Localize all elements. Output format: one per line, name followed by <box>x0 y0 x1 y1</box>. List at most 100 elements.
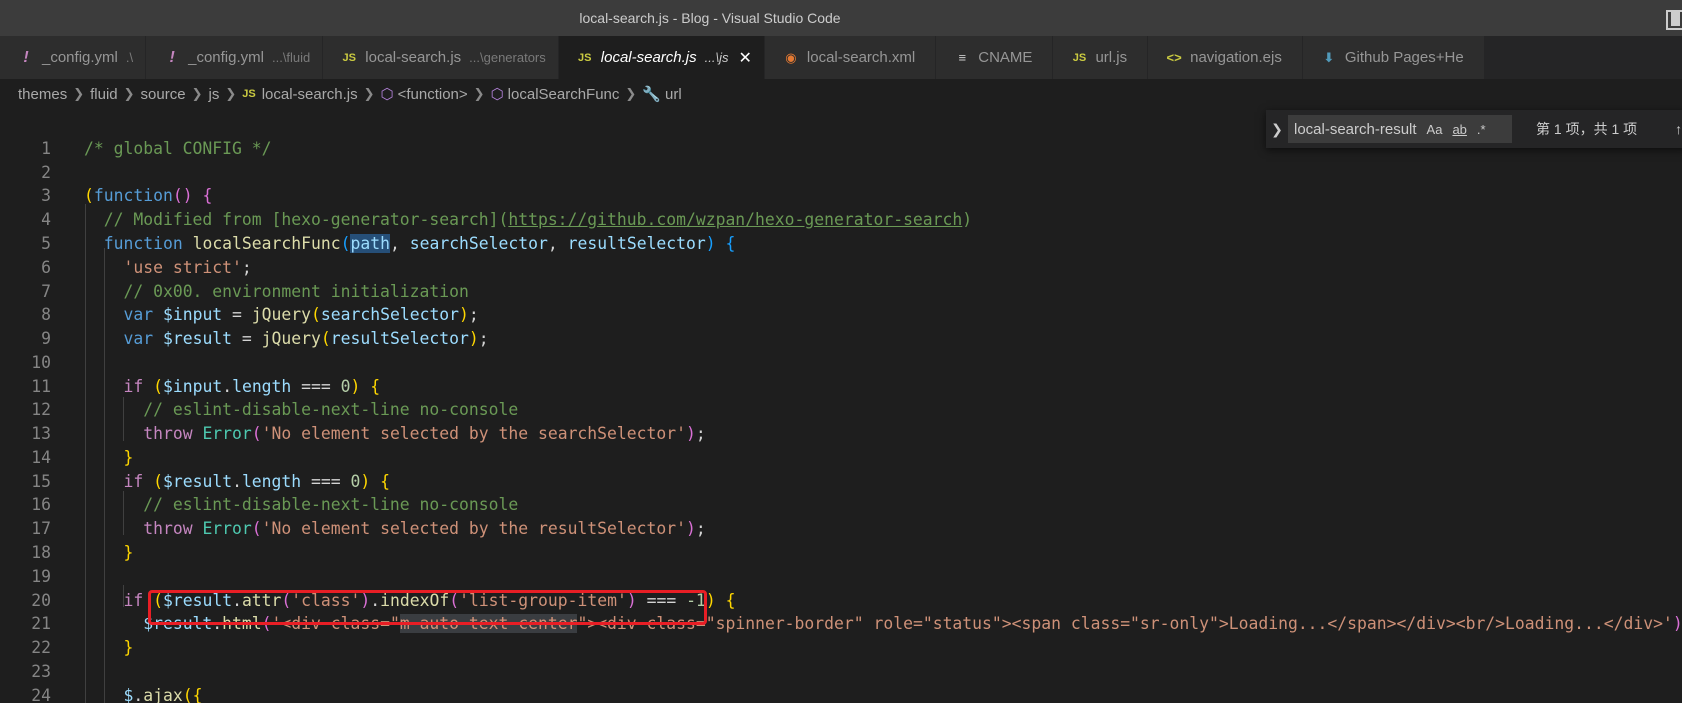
find-result-count: 第 1 项，共 1 项 <box>1536 121 1638 137</box>
code-variable: searchSelector <box>320 305 460 324</box>
breadcrumb-themes[interactable]: themes <box>18 86 67 103</box>
js-file-icon: JS <box>578 51 592 64</box>
tab-navigation-ejs[interactable]: <> navigation.ejs <box>1148 36 1303 79</box>
code-keyword: function <box>103 234 183 253</box>
line-number: 23 <box>31 662 51 681</box>
code-variable: resultSelector <box>330 329 469 348</box>
line-number: 7 <box>41 282 51 301</box>
rss-file-icon: ◉ <box>785 49 797 65</box>
tab-url-js[interactable]: JS url.js <box>1053 36 1149 79</box>
line-number: 3 <box>41 186 51 205</box>
code-param: searchSelector <box>409 234 548 253</box>
code-variable: $input <box>162 305 223 324</box>
regex-button[interactable]: .* <box>1477 122 1486 137</box>
js-file-icon: JS <box>1072 51 1087 64</box>
yml-file-icon: ! <box>169 48 175 66</box>
line-number: 8 <box>41 305 51 324</box>
tab-label: _config.yml <box>188 49 264 66</box>
yml-file-icon: ! <box>23 48 29 66</box>
code-keyword: var <box>123 329 154 348</box>
tab-description: ...\fluid <box>271 50 311 65</box>
code-keyword: if <box>123 377 144 396</box>
tab-description: .\ <box>125 50 134 65</box>
code-link[interactable]: https://github.com/wzpan/hexo-generator-… <box>508 210 962 229</box>
tab-label: local-search.xml <box>806 49 916 66</box>
tab-label: local-search.js <box>365 49 462 66</box>
line-number: 11 <box>31 377 51 396</box>
code-comment: // eslint-disable-next-line no-console <box>143 400 519 419</box>
line-number: 4 <box>41 210 51 229</box>
chevron-right-icon: ❯ <box>625 86 637 101</box>
breadcrumb-source[interactable]: source <box>141 86 186 103</box>
find-query: local-search-result <box>1294 120 1417 138</box>
line-number: 20 <box>31 591 51 610</box>
code-param: resultSelector <box>567 234 706 253</box>
restore-window-icon[interactable] <box>1662 8 1682 30</box>
close-icon[interactable]: ✕ <box>738 48 751 68</box>
function-cube-icon: ⬡ <box>380 86 394 103</box>
tab-local-search-js[interactable]: JS local-search.js ...\generators <box>323 36 559 79</box>
tab-cname[interactable]: ≡ CNAME <box>936 36 1054 79</box>
breadcrumb-fluid[interactable]: fluid <box>90 86 118 103</box>
code-keyword: if <box>123 591 144 610</box>
code-comment: // Modified from [hexo-generator-search]… <box>103 210 509 229</box>
line-number: 10 <box>31 353 51 372</box>
code-string: 'No element selected by the searchSelect… <box>261 424 686 443</box>
code-string: "><div class="spinner-border" role="stat… <box>577 614 1673 633</box>
tab--config-yml[interactable]: ! _config.yml .\ <box>0 36 147 79</box>
tab-local-search-xml[interactable]: ◉ local-search.xml <box>764 36 937 79</box>
line-number: 15 <box>31 472 51 491</box>
wrench-icon: 🔧 <box>642 86 661 103</box>
breadcrumb-localsearchfunc[interactable]: localSearchFunc <box>508 86 620 103</box>
chevron-right-icon: ❯ <box>191 86 203 101</box>
code-function: ajax <box>143 686 183 703</box>
line-number: 18 <box>31 543 51 562</box>
code-param: path <box>350 234 390 253</box>
tab--config-yml[interactable]: ! _config.yml ...\fluid <box>146 36 324 79</box>
code-comment: /* global CONFIG */ <box>84 139 272 158</box>
editor-tabs: ! _config.yml .\! _config.yml ...\fluid JS loc… <box>0 36 1682 79</box>
tab-label: CNAME <box>978 49 1033 66</box>
line-number: 14 <box>31 448 51 467</box>
gh-file-icon: ⬇ <box>1323 49 1335 65</box>
breadcrumb-function[interactable]: <function> <box>398 86 468 103</box>
tab-label: navigation.ejs <box>1190 49 1282 66</box>
code-variable: $result <box>162 472 233 491</box>
code-string: 'use strict' <box>123 258 242 277</box>
code-variable: $result <box>162 329 233 348</box>
title-bar: local-search.js - Blog - Visual Studio C… <box>0 0 1682 36</box>
function-cube-icon: ⬡ <box>490 86 504 103</box>
line-number: 22 <box>31 638 51 657</box>
code-comment: // eslint-disable-next-line no-console <box>143 495 519 514</box>
match-case-button[interactable]: Aa <box>1427 122 1443 137</box>
whole-word-button[interactable]: ab <box>1452 122 1466 137</box>
tab-label: local-search.js <box>600 49 697 66</box>
toggle-replace-chevron-icon[interactable]: ❯ <box>1266 121 1288 138</box>
tab-description: ...\generators <box>469 50 546 65</box>
js-file-icon: JS <box>342 51 357 64</box>
line-number: 16 <box>31 495 51 514</box>
breadcrumb-file[interactable]: local-search.js <box>262 86 358 103</box>
chevron-right-icon: ❯ <box>225 86 237 101</box>
line-number: 12 <box>31 400 51 419</box>
tab-local-search-js[interactable]: JS local-search.js ...\js ✕ <box>558 36 765 79</box>
breadcrumb-js[interactable]: js <box>208 86 219 103</box>
code-keyword: throw <box>143 519 193 538</box>
code-variable: $input <box>162 377 223 396</box>
chevron-right-icon: ❯ <box>73 86 85 101</box>
code-function: jQuery <box>261 329 321 348</box>
line-number: 9 <box>41 329 51 348</box>
tab-label: url.js <box>1095 49 1128 66</box>
code-number: 0 <box>340 377 351 396</box>
tab-github-pages-he[interactable]: ⬇ Github Pages+He <box>1302 36 1485 79</box>
breadcrumb-url[interactable]: url <box>665 86 682 103</box>
code-comment: ) <box>962 210 973 229</box>
code-comment: // 0x00. environment initialization <box>123 282 469 301</box>
arrow-up-icon[interactable]: ↑ <box>1675 121 1682 137</box>
code-keyword: function <box>93 186 173 205</box>
chevron-right-icon: ❯ <box>363 86 375 101</box>
line-number: 17 <box>31 519 51 538</box>
chevron-right-icon: ❯ <box>473 86 485 101</box>
line-number: 5 <box>41 234 51 253</box>
find-input[interactable]: local-search-result Aa ab .* <box>1288 115 1512 143</box>
